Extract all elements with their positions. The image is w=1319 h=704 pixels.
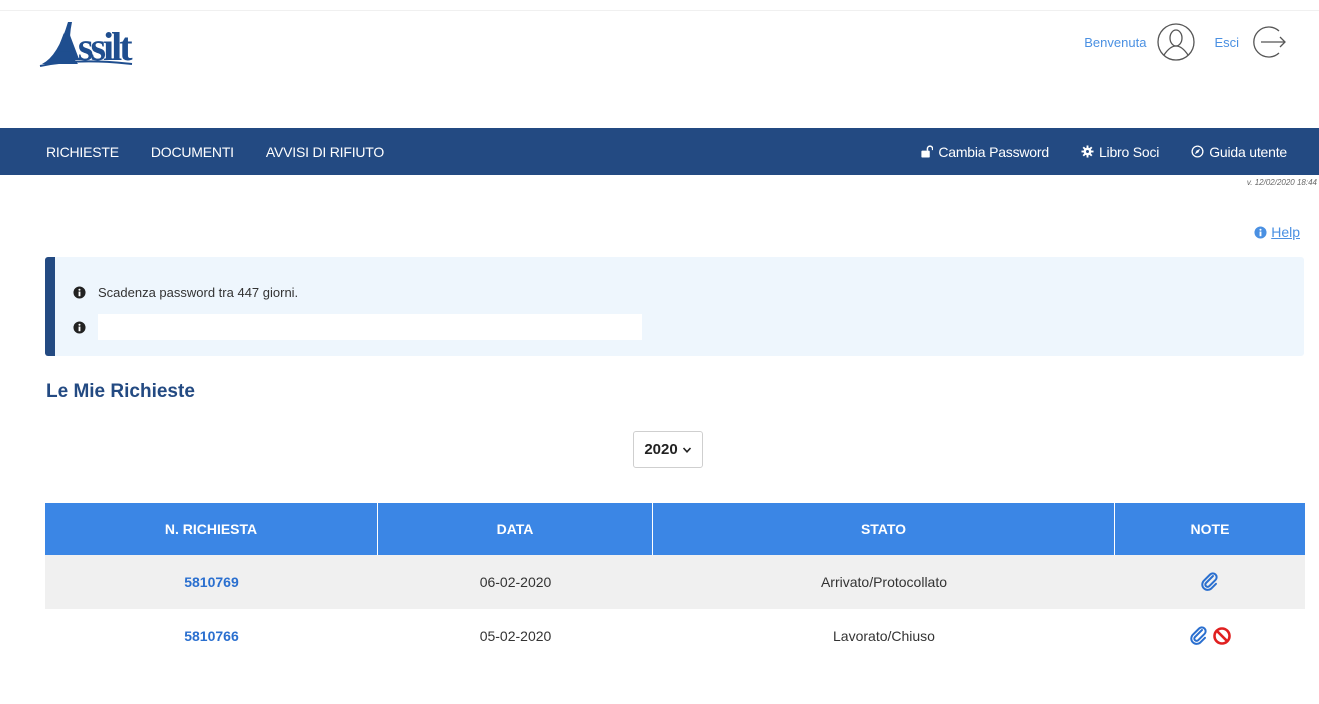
table-header: N. RICHIESTA DATA STATO NOTE — [45, 503, 1305, 555]
nav-item-richieste[interactable]: RICHIESTE — [30, 144, 135, 160]
cell-notes — [1115, 609, 1305, 663]
chevron-down-icon — [682, 446, 691, 453]
info-circle-icon — [73, 286, 86, 299]
note-icons — [1189, 626, 1232, 646]
info-row-blank — [73, 314, 642, 340]
help-link[interactable]: Help — [1271, 224, 1300, 240]
request-number-link[interactable]: 5810766 — [184, 628, 239, 644]
year-select-value: 2020 — [644, 441, 678, 458]
compass-icon — [1191, 145, 1204, 158]
request-number-link[interactable]: 5810769 — [184, 574, 239, 590]
gear-icon — [1081, 145, 1094, 158]
cell-status: Arrivato/Protocollato — [820, 574, 948, 590]
header-numero-richiesta[interactable]: N. RICHIESTA — [45, 503, 378, 555]
header-note[interactable]: NOTE — [1115, 503, 1305, 555]
header-stato[interactable]: STATO — [653, 503, 1115, 555]
nav-left: RICHIESTE DOCUMENTI AVVISI DI RIFIUTO — [30, 128, 400, 175]
header-data[interactable]: DATA — [378, 503, 653, 555]
year-select[interactable]: 2020 — [633, 431, 703, 468]
nav-item-libro-soci[interactable]: Libro Soci — [1065, 144, 1175, 160]
table-row: 5810766 05-02-2020 Lavorato/Chiuso — [45, 609, 1305, 663]
paperclip-icon[interactable] — [1200, 572, 1220, 592]
cell-date: 06-02-2020 — [479, 574, 552, 590]
nav-item-user-guide[interactable]: Guida utente — [1175, 144, 1303, 160]
cell-notes — [1115, 555, 1305, 609]
help-link-container: Help — [1254, 224, 1300, 240]
cell-request-number: 5810766 — [45, 609, 378, 663]
main-navbar: RICHIESTE DOCUMENTI AVVISI DI RIFIUTO Ca… — [0, 128, 1319, 175]
assilt-logo: Assilt — [38, 14, 136, 70]
nav-right: Cambia Password Libro Soci Guida utente — [904, 128, 1303, 175]
top-divider — [0, 10, 1319, 11]
change-password-label: Cambia Password — [938, 143, 1049, 160]
info-circle-icon — [1254, 225, 1267, 239]
user-area: Benvenuta Esci — [1084, 14, 1289, 70]
user-profile-icon[interactable] — [1156, 22, 1196, 62]
blank-message-field — [98, 314, 642, 340]
page-title: Le Mie Richieste — [46, 381, 195, 402]
logout-icon[interactable] — [1249, 22, 1289, 62]
info-circle-icon — [73, 320, 86, 334]
table-row: 5810769 06-02-2020 Arrivato/Protocollato — [45, 555, 1305, 609]
password-expiry-text: Scadenza password tra 447 giorni. — [98, 285, 299, 300]
ban-icon[interactable] — [1212, 626, 1232, 646]
unlock-icon — [921, 145, 934, 158]
nav-item-documenti[interactable]: DOCUMENTI — [135, 144, 250, 160]
user-guide-label: Guida utente — [1209, 143, 1287, 160]
cell-request-number: 5810769 — [45, 555, 378, 609]
cell-status: Lavorato/Chiuso — [833, 628, 935, 644]
nav-item-avvisi-di-rifiuto[interactable]: AVVISI DI RIFIUTO — [250, 144, 400, 160]
version-label: v. 12/02/2020 18:44 — [1246, 178, 1317, 187]
info-row-password: Scadenza password tra 447 giorni. — [73, 285, 298, 300]
note-icons — [1200, 572, 1220, 592]
logout-link[interactable]: Esci — [1214, 35, 1239, 50]
info-alert-box: Scadenza password tra 447 giorni. — [45, 257, 1304, 356]
libro-soci-label: Libro Soci — [1098, 143, 1160, 160]
welcome-label[interactable]: Benvenuta — [1084, 35, 1146, 50]
paperclip-icon[interactable] — [1189, 626, 1209, 646]
requests-table: N. RICHIESTA DATA STATO NOTE 5810769 06-… — [45, 503, 1305, 663]
nav-item-change-password[interactable]: Cambia Password — [904, 144, 1065, 160]
cell-date: 05-02-2020 — [479, 628, 552, 644]
